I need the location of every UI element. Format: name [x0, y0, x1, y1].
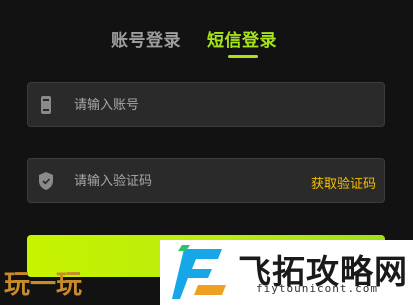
active-tab-indicator: [228, 55, 258, 58]
watermark-url: fiytounicont.com: [256, 282, 378, 295]
get-code-button[interactable]: 获取验证码: [311, 173, 376, 192]
account-input[interactable]: [72, 83, 296, 128]
watermark-logo-icon: [172, 245, 226, 299]
phone-icon: [37, 95, 55, 115]
login-tabs: 账号登录 短信登录: [0, 26, 413, 60]
verification-code-input[interactable]: [72, 159, 296, 204]
tab-account-login[interactable]: 账号登录: [111, 26, 181, 51]
watermark-right: 飞拓攻略网 fiytounicont.com: [160, 240, 413, 305]
verification-code-field[interactable]: 获取验证码: [27, 158, 385, 204]
account-field[interactable]: [27, 82, 385, 128]
tab-sms-login[interactable]: 短信登录: [207, 26, 277, 51]
svg-text:玩一玩: 玩一玩: [4, 270, 82, 300]
shield-icon: [37, 171, 55, 191]
watermark-left-logo: 玩一玩: [4, 270, 82, 300]
